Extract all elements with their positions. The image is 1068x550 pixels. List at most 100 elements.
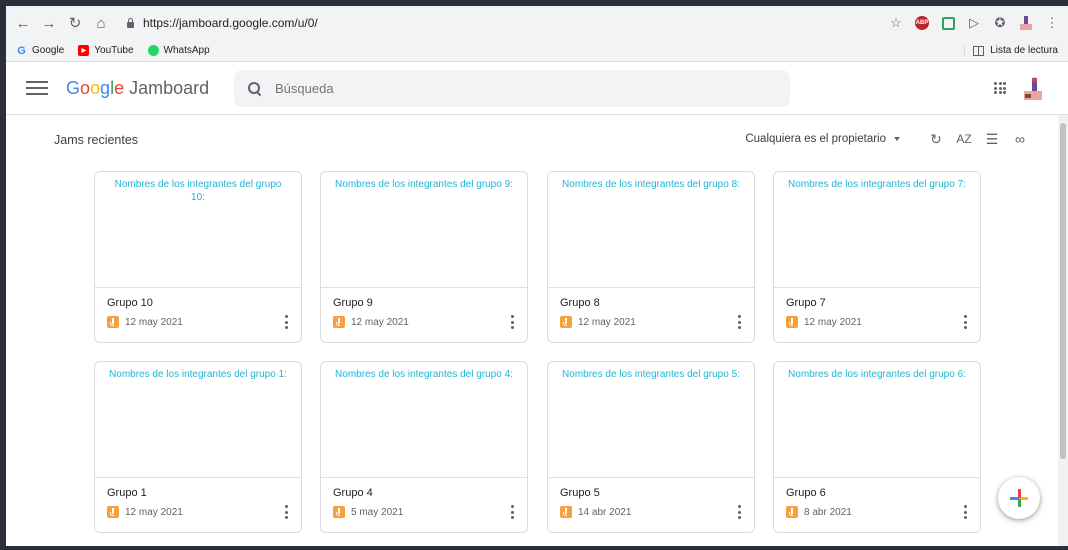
forward-icon[interactable]: → (38, 12, 60, 34)
puzzle-icon[interactable]: ✪ (990, 13, 1010, 33)
card-date-text: 12 may 2021 (125, 506, 183, 518)
logo-letter: o (90, 77, 101, 98)
bookmark-youtube[interactable]: ▶ YouTube (78, 45, 134, 56)
card-date: 5 may 2021 (333, 506, 403, 518)
lock-icon (126, 18, 135, 28)
logo-letter: g (100, 77, 111, 98)
jamboard-file-icon (786, 316, 798, 328)
reading-list-icon (973, 45, 985, 56)
jam-card[interactable]: Nombres de los integrantes del grupo 8: … (547, 171, 755, 343)
card-preview: Nombres de los integrantes del grupo 6: (774, 362, 980, 478)
jam-card[interactable]: Nombres de los integrantes del grupo 10:… (94, 171, 302, 343)
sort-az-icon[interactable]: AZ (956, 131, 972, 147)
search-icon[interactable] (248, 82, 261, 95)
app-header: Google Jamboard (6, 62, 1068, 115)
card-more-icon[interactable] (285, 315, 289, 329)
jam-card[interactable]: Nombres de los integrantes del grupo 1: … (94, 361, 302, 533)
logo-letter: G (66, 77, 81, 98)
card-date: 12 may 2021 (333, 316, 409, 328)
apps-grid-icon[interactable] (994, 82, 1006, 94)
card-date: 12 may 2021 (560, 316, 636, 328)
adblock-icon[interactable]: ABP (912, 13, 932, 33)
jam-card[interactable]: Nombres de los integrantes del grupo 5: … (547, 361, 755, 533)
card-title: Grupo 10 (107, 297, 153, 309)
caret-down-icon (894, 137, 900, 141)
bookmark-google[interactable]: G Google (16, 44, 65, 57)
main-content: Jams recientes Cualquiera es el propieta… (6, 115, 1068, 550)
card-more-icon[interactable] (285, 505, 289, 519)
card-preview: Nombres de los integrantes del grupo 7: (774, 172, 980, 288)
hamburger-menu-icon[interactable] (26, 81, 48, 95)
jam-card[interactable]: Nombres de los integrantes del grupo 7: … (773, 171, 981, 343)
desktop-taskbar-edge (0, 546, 1068, 550)
section-title: Jams recientes (54, 133, 139, 147)
whatsapp-icon (147, 45, 159, 56)
back-icon[interactable]: ← (12, 12, 34, 34)
card-date: 12 may 2021 (107, 316, 183, 328)
url-text: https://jamboard.google.com/u/0/ (143, 16, 318, 30)
jam-card[interactable]: Nombres de los integrantes del grupo 6: … (773, 361, 981, 533)
card-preview: Nombres de los integrantes del grupo 9: (321, 172, 527, 288)
card-date-text: 12 may 2021 (578, 316, 636, 328)
card-title: Grupo 5 (560, 487, 600, 499)
card-date-text: 12 may 2021 (125, 316, 183, 328)
card-date: 8 abr 2021 (786, 506, 852, 518)
card-preview: Nombres de los integrantes del grupo 8: (548, 172, 754, 288)
list-view-icon[interactable]: ☰ (984, 131, 1000, 147)
jam-card[interactable]: Nombres de los integrantes del grupo 4: … (320, 361, 528, 533)
bookmark-whatsapp[interactable]: WhatsApp (147, 45, 210, 56)
jamboard-file-icon (107, 506, 119, 518)
reload-icon[interactable]: ↻ (64, 12, 86, 34)
card-more-icon[interactable] (964, 315, 968, 329)
scrollbar[interactable] (1058, 115, 1068, 550)
card-date-text: 5 may 2021 (351, 506, 404, 518)
card-date: 14 abr 2021 (560, 506, 631, 518)
scrollbar-thumb[interactable] (1060, 123, 1066, 459)
logo-letter: e (114, 77, 125, 98)
owner-filter-dropdown[interactable]: Cualquiera es el propietario (745, 133, 900, 145)
bookmark-label: Google (32, 45, 65, 56)
bookmarks-bar: G Google ▶ YouTube WhatsApp Lista de lec… (6, 40, 1068, 62)
card-more-icon[interactable] (511, 315, 515, 329)
extension-green-icon[interactable] (938, 13, 958, 33)
jamboard-logo[interactable]: Google Jamboard (66, 78, 209, 99)
jamboard-file-icon (560, 316, 572, 328)
card-date-text: 14 abr 2021 (578, 506, 632, 518)
card-more-icon[interactable] (964, 505, 968, 519)
card-title: Grupo 1 (107, 487, 147, 499)
owner-filter-label: Cualquiera es el propietario (745, 133, 886, 145)
jamboard-file-icon (560, 506, 572, 518)
profile-icon[interactable] (1016, 13, 1036, 33)
search-box[interactable] (234, 70, 790, 107)
more-vert-icon[interactable]: ⋮ (1042, 13, 1062, 33)
star-icon[interactable]: ☆ (886, 13, 906, 33)
reading-list-button[interactable]: Lista de lectura (964, 45, 1058, 56)
jamboard-file-icon (786, 506, 798, 518)
card-title: Grupo 4 (333, 487, 373, 499)
youtube-icon: ▶ (78, 45, 90, 56)
send-icon[interactable]: ▷ (964, 13, 984, 33)
jam-card[interactable]: Nombres de los integrantes del grupo 9: … (320, 171, 528, 343)
card-title: Grupo 6 (786, 487, 826, 499)
product-name: Jamboard (129, 77, 210, 98)
bookmark-label: WhatsApp (163, 45, 210, 56)
card-more-icon[interactable] (511, 505, 515, 519)
new-jam-button[interactable] (998, 477, 1040, 519)
search-input[interactable] (275, 81, 675, 96)
jamboard-file-icon (107, 316, 119, 328)
address-bar[interactable]: https://jamboard.google.com/u/0/ (126, 16, 880, 30)
reading-list-label: Lista de lectura (990, 45, 1058, 56)
card-preview: Nombres de los integrantes del grupo 4: (321, 362, 527, 478)
refresh-icon[interactable]: ↻ (928, 131, 944, 147)
card-more-icon[interactable] (738, 505, 742, 519)
google-icon: G (17, 44, 26, 57)
account-avatar[interactable] (1020, 76, 1046, 102)
card-preview: Nombres de los integrantes del grupo 10: (95, 172, 301, 288)
logo-letter: o (80, 77, 91, 98)
bookmark-label: YouTube (94, 45, 134, 56)
card-date-text: 12 may 2021 (804, 316, 862, 328)
browser-window: ← → ↻ ⌂ https://jamboard.google.com/u/0/… (6, 6, 1068, 550)
card-more-icon[interactable] (738, 315, 742, 329)
home-icon[interactable]: ⌂ (90, 12, 112, 34)
link-icon[interactable]: ∞ (1012, 131, 1028, 147)
